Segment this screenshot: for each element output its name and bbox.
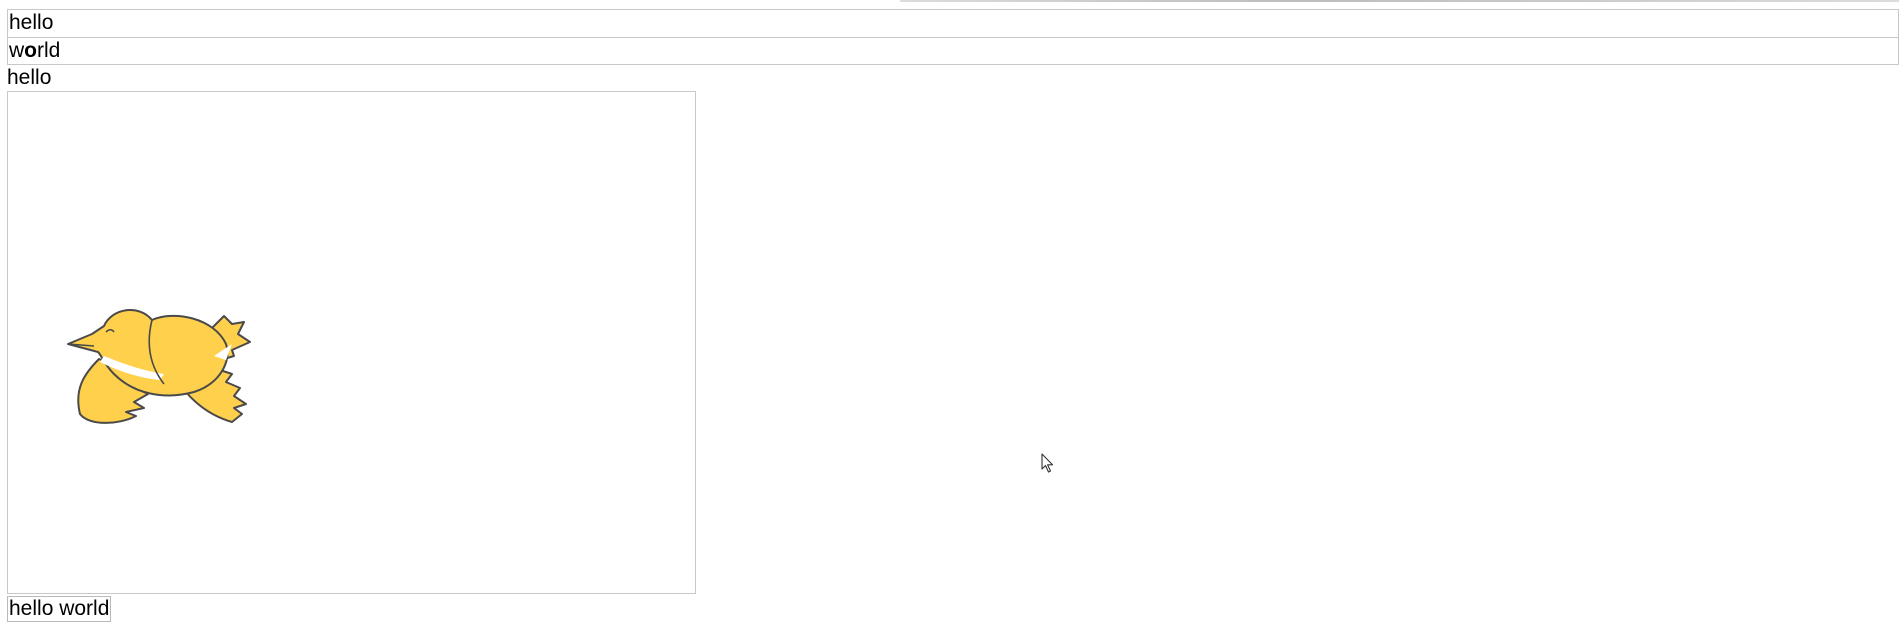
- static-text-hello: hello: [7, 66, 52, 89]
- bird-illustration: [67, 308, 251, 424]
- field-text-prefix: w: [9, 39, 25, 62]
- image-frame: [7, 91, 696, 594]
- editable-field-hello[interactable]: hello: [7, 9, 1899, 38]
- top-edge-sliver: [900, 0, 1899, 2]
- hello-world-button[interactable]: hello world: [7, 596, 112, 622]
- field-text-suffix: rld: [37, 39, 61, 62]
- editable-field-world[interactable]: world: [7, 37, 1899, 65]
- field-text: hello: [9, 11, 54, 34]
- arrow-cursor-icon: [1041, 453, 1054, 473]
- page: hello world hello hello world: [0, 0, 1899, 633]
- field-text-bold: o: [24, 39, 37, 62]
